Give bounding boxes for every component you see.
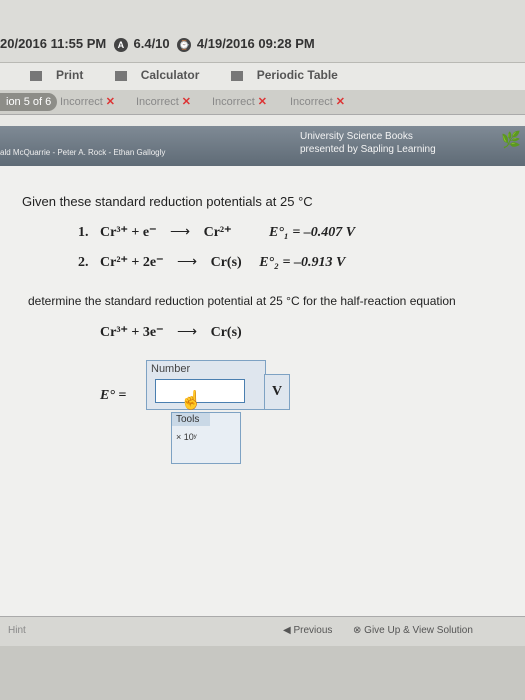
periodic-table-icon: [230, 70, 243, 81]
question-navigation: ion 5 of 6 Incorrect ✕ Incorrect ✕ Incorre…: [0, 90, 525, 115]
exponent-button[interactable]: × 10ʸ: [176, 432, 236, 442]
intro-text: Given these standard reduction potential…: [22, 194, 313, 209]
attempt-status[interactable]: Incorrect ✕: [290, 95, 345, 108]
x-icon: ✕: [335, 96, 346, 108]
publisher-banner: ald McQuarrie - Peter A. Rock - Ethan Ga…: [0, 126, 525, 166]
answer-label: E° =: [100, 388, 127, 403]
equation-1: 1. Cr³⁺ + e⁻ ⟶ Cr²⁺ E°₁ = –0.407 V: [78, 225, 356, 240]
date-left: 20/2016 11:55 PM: [0, 36, 107, 51]
date-right: 4/19/2016 09:28 PM: [196, 36, 315, 51]
publisher-text: University Science Books presented by Sa…: [300, 131, 436, 155]
print-button[interactable]: Print: [30, 68, 97, 82]
calculator-button[interactable]: Calculator: [114, 68, 214, 82]
badge-a-icon: A: [113, 37, 128, 52]
hint-button[interactable]: Hint: [8, 625, 26, 636]
attempt-status[interactable]: Incorrect ✕: [60, 95, 115, 108]
top-bar: [0, 0, 525, 63]
x-icon: ✕: [105, 96, 116, 108]
previous-icon: ◀: [283, 625, 294, 636]
x-icon: ✕: [181, 96, 192, 108]
determine-text: determine the standard reduction potenti…: [28, 294, 456, 308]
question-number[interactable]: ion 5 of 6: [0, 93, 58, 111]
equation-2: 2. Cr²⁺ + 2e⁻ ⟶ Cr(s) E°₂ = –0.913 V: [78, 255, 346, 270]
answer-box: Number: [146, 360, 266, 410]
give-up-button[interactable]: ⊗ Give Up & View Solution: [353, 625, 473, 636]
authors-text: ald McQuarrie - Peter A. Rock - Ethan Ga…: [0, 148, 166, 157]
target-equation: Cr³⁺ + 3e⁻ ⟶ Cr(s): [100, 325, 242, 340]
periodic-table-button[interactable]: Periodic Table: [230, 68, 352, 82]
unit-label: V: [264, 374, 290, 410]
number-header: Number: [151, 363, 191, 375]
score-text: 6.4/10: [133, 36, 170, 51]
bottom-area: [0, 646, 525, 700]
calculator-icon: [114, 70, 127, 81]
cursor-hand-icon: ☝: [180, 390, 203, 410]
clock-icon: ⌚: [177, 37, 192, 52]
tools-tab[interactable]: Tools: [172, 413, 210, 426]
previous-button[interactable]: ◀ Previous: [283, 625, 332, 636]
question-content: Given these standard reduction potential…: [0, 166, 525, 616]
footer-bar: Hint ◀ Previous ⊗ Give Up & View Solutio…: [0, 616, 525, 647]
toolbar: Print Calculator Periodic Table: [30, 68, 366, 82]
tools-panel: Tools × 10ʸ: [171, 412, 241, 464]
attempt-status[interactable]: Incorrect ✕: [212, 95, 267, 108]
leaf-icon: 🌿: [501, 132, 521, 149]
attempt-status[interactable]: Incorrect ✕: [136, 95, 191, 108]
x-icon: ✕: [257, 96, 268, 108]
give-up-icon: ⊗: [353, 625, 365, 636]
print-icon: [30, 70, 42, 81]
status-line: 20/2016 11:55 PM A 6.4/10 ⌚ 4/19/2016 09…: [0, 36, 315, 52]
